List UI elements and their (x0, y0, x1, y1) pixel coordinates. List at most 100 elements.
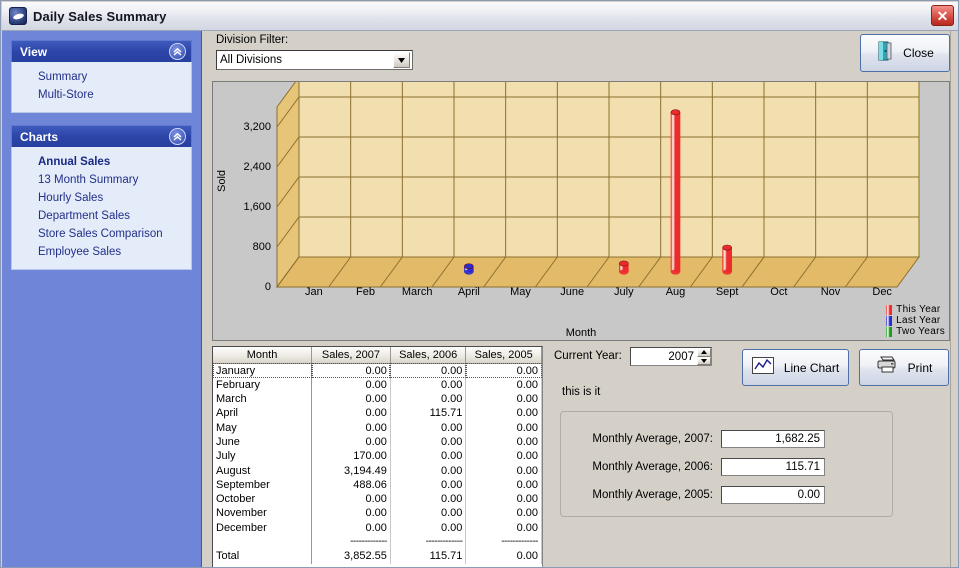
monthly-average-label: Monthly Average, 2006: (592, 461, 713, 473)
monthly-average-value: 115.71 (721, 458, 825, 476)
table-cell (213, 535, 313, 550)
nav-panel-header-view[interactable]: View (11, 40, 192, 62)
table-cell: 0.00 (465, 420, 542, 435)
division-filter-select[interactable]: All Divisions (216, 50, 413, 70)
table-row[interactable]: November 0.00 0.00 0.00 (213, 506, 542, 521)
print-button-label: Print (907, 360, 933, 375)
note-text: this is it (562, 386, 601, 398)
chart-legend-item: Two Years (886, 326, 945, 337)
table-column-header[interactable]: Month (213, 347, 313, 364)
sales-table[interactable]: Month Sales, 2007 Sales, 2006 Sales, 2005 J… (212, 346, 543, 567)
table-row[interactable]: August 3,194.49 0.00 0.00 (213, 463, 542, 478)
chevron-down-icon[interactable] (393, 52, 410, 68)
legend-swatch (886, 326, 893, 337)
sidebar-item-employee-sales[interactable]: Employee Sales (12, 243, 191, 261)
table-row[interactable]: May 0.00 0.00 0.00 (213, 420, 542, 435)
table-cell: 3,852.55 (311, 549, 391, 564)
sidebar-item-store-sales-comparison[interactable]: Store Sales Comparison (12, 225, 191, 243)
table-cell: 0.00 (311, 506, 391, 521)
sidebar-item-13-month-summary[interactable]: 13 Month Summary (12, 171, 191, 189)
division-filter-value: All Divisions (220, 54, 282, 66)
line-chart-button[interactable]: Line Chart (742, 349, 849, 386)
table-cell: 0.00 (465, 492, 542, 507)
sidebar-item-department-sales[interactable]: Department Sales (12, 207, 191, 225)
title-bar: Daily Sales Summary ✕ (2, 2, 958, 31)
table-cell: 170.00 (311, 449, 391, 464)
sidebar-item-hourly-sales[interactable]: Hourly Sales (12, 189, 191, 207)
current-year-stepper[interactable]: 2007 (630, 347, 712, 366)
nav-panel-view: View Summary Multi-Store (11, 40, 192, 113)
nav-panel-body-charts: Annual Sales 13 Month Summary Hourly Sal… (11, 147, 192, 270)
table-row[interactable]: December 0.00 0.00 0.00 (213, 520, 542, 536)
chart-legend-item: Last Year (886, 315, 945, 326)
table-cell: 0.00 (390, 477, 467, 493)
chart-x-tick-label: April (457, 286, 480, 298)
monthly-average-label: Monthly Average, 2005: (592, 489, 713, 501)
chevron-double-up-icon[interactable] (169, 128, 186, 145)
table-row[interactable]: January 0.00 0.00 0.00 (213, 363, 542, 378)
window-close-button[interactable]: ✕ (931, 5, 954, 26)
table-body: January 0.00 0.00 0.00 February 0.00 0.00 0.00 M… (213, 363, 542, 564)
chart-x-tick-label: Jan (304, 286, 323, 298)
table-row[interactable]: June 0.00 0.00 0.00 (213, 434, 542, 450)
print-button[interactable]: Print (859, 349, 949, 386)
table-column-header[interactable]: Sales, 2007 (311, 347, 391, 364)
chart-x-axis-title: Month (565, 327, 597, 339)
nav-panel-header-charts[interactable]: Charts (11, 125, 192, 147)
sidebar-item-summary[interactable]: Summary (12, 68, 191, 86)
table-cell: January (213, 363, 313, 378)
nav-panel-body-view: Summary Multi-Store (11, 62, 192, 113)
table-cell: August (213, 463, 313, 478)
close-button[interactable]: Close (860, 34, 950, 72)
nav-panel-charts: Charts Annual Sales 13 Month Summary Hou… (11, 125, 192, 270)
table-cell: 0.00 (465, 549, 542, 564)
table-cell: December (213, 520, 313, 536)
stepper-down-button[interactable] (697, 356, 711, 365)
table-total-row: Total 3,852.55 115.71 0.00 (213, 549, 542, 564)
stepper-buttons[interactable] (697, 348, 711, 365)
application-window: Daily Sales Summary ✕ View Summary Multi… (0, 0, 959, 568)
current-year-value[interactable]: 2007 (631, 351, 697, 363)
table-cell: ------------- (311, 535, 391, 550)
chart-x-tick-label: Sept (715, 286, 739, 298)
table-cell: 0.00 (390, 363, 467, 378)
table-cell: 0.00 (311, 406, 391, 421)
chart-x-tick-label: June (560, 286, 585, 298)
table-cell: ------------- (465, 535, 542, 550)
table-row[interactable]: September 488.06 0.00 0.00 (213, 477, 542, 493)
table-cell: November (213, 506, 313, 521)
sidebar-item-annual-sales[interactable]: Annual Sales (12, 153, 191, 171)
table-cell: Total (213, 549, 313, 564)
monthly-average-row: Monthly Average, 2007: 1,682.25 (573, 430, 825, 448)
table-header-row: Month Sales, 2007 Sales, 2006 Sales, 2005 (213, 347, 542, 364)
chevron-double-up-icon[interactable] (169, 43, 186, 60)
table-cell: February (213, 377, 313, 393)
chart-x-tick-label: Feb (356, 286, 375, 298)
table-cell: 0.00 (465, 406, 542, 421)
table-cell: 0.00 (311, 520, 391, 536)
stepper-up-button[interactable] (697, 348, 711, 357)
printer-icon (876, 356, 898, 379)
table-cell: April (213, 406, 313, 421)
table-cell: 0.00 (465, 434, 542, 450)
table-row[interactable]: July 170.00 0.00 0.00 (213, 449, 542, 464)
table-row[interactable]: February 0.00 0.00 0.00 (213, 377, 542, 393)
monthly-average-label: Monthly Average, 2007: (592, 433, 713, 445)
table-cell: 0.00 (465, 449, 542, 464)
app-logo-icon (9, 7, 27, 25)
table-row[interactable]: March 0.00 0.00 0.00 (213, 392, 542, 407)
chart-x-tick-label: May (510, 286, 531, 298)
table-row[interactable]: October 0.00 0.00 0.00 (213, 492, 542, 507)
sidebar-item-multi-store[interactable]: Multi-Store (12, 86, 191, 104)
table-cell: 0.00 (311, 392, 391, 407)
table-row[interactable]: April 0.00 115.71 0.00 (213, 406, 542, 421)
table-cell: 0.00 (465, 363, 542, 378)
chart-legend: This Year Last Year Two Years (886, 304, 945, 337)
table-cell: 3,194.49 (311, 463, 391, 478)
table-column-header[interactable]: Sales, 2005 (465, 347, 542, 364)
table-cell: 0.00 (390, 492, 467, 507)
chart-canvas: Sold 0 800 1,600 2,400 3,200 Jan Feb March Apri… (213, 82, 949, 340)
legend-swatch (886, 315, 893, 326)
table-cell: 0.00 (311, 377, 391, 393)
table-column-header[interactable]: Sales, 2006 (390, 347, 467, 364)
